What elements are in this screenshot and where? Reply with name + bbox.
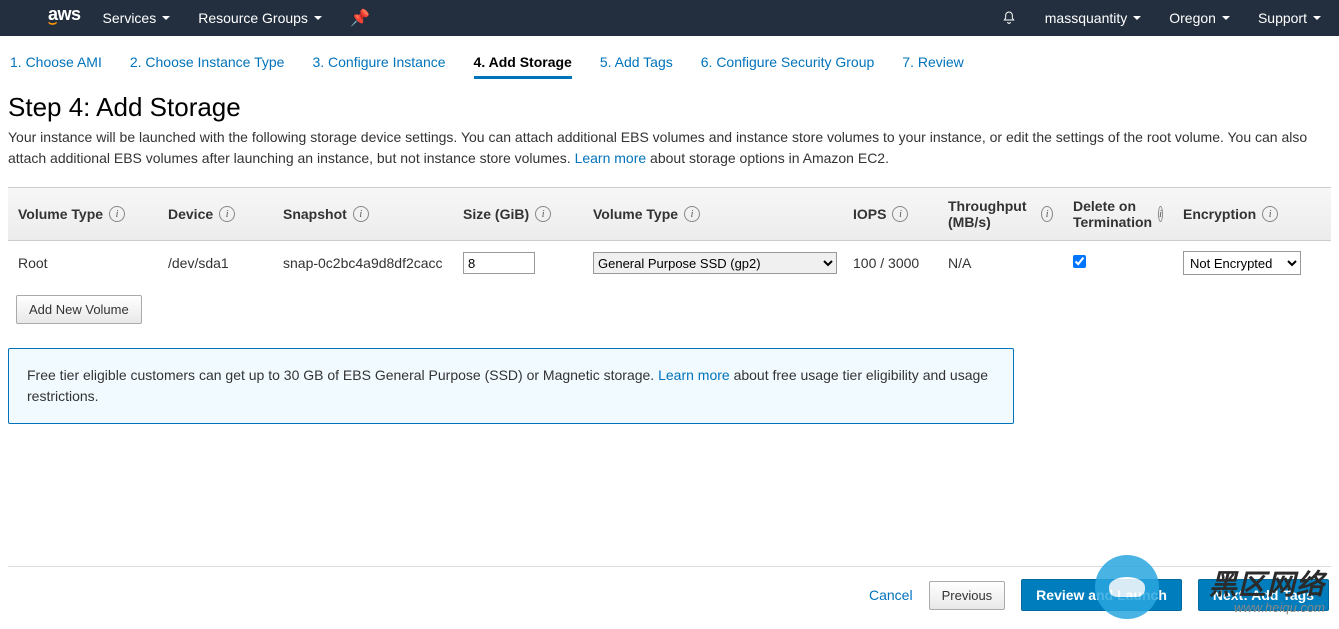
nav-region[interactable]: Oregon [1169, 10, 1230, 26]
info-icon[interactable]: i [892, 206, 908, 222]
chevron-down-icon [314, 16, 322, 20]
nav-resource-groups[interactable]: Resource Groups [198, 10, 322, 26]
info-icon[interactable]: i [684, 206, 700, 222]
chevron-down-icon [162, 16, 170, 20]
volume-type-select[interactable]: General Purpose SSD (gp2) [593, 252, 837, 274]
page-desc-suffix: about storage options in Amazon EC2. [650, 150, 889, 166]
th-delete-term: Delete on Terminationi [1063, 198, 1173, 230]
nav-resource-groups-label: Resource Groups [198, 10, 308, 26]
wizard-tab-tags[interactable]: 5. Add Tags [600, 48, 673, 79]
cell-encryption: Not Encrypted [1173, 251, 1303, 275]
encryption-select[interactable]: Not Encrypted [1183, 251, 1301, 275]
wizard-tab-list: 1. Choose AMI 2. Choose Instance Type 3.… [10, 48, 1329, 79]
storage-table: Volume Typei Devicei Snapshoti Size (GiB… [8, 187, 1331, 285]
chevron-down-icon [1222, 16, 1230, 20]
page-content: Step 4: Add Storage Your instance will b… [0, 80, 1339, 424]
wizard-tab-review[interactable]: 7. Review [902, 48, 963, 79]
bell-icon [1001, 10, 1017, 26]
th-volume-type: Volume Typei [8, 198, 158, 230]
aws-smile-icon: ⌣ [48, 18, 81, 26]
delete-on-termination-checkbox[interactable] [1073, 255, 1086, 268]
notifications-bell[interactable] [1001, 10, 1017, 26]
free-tier-notice: Free tier eligible customers can get up … [8, 348, 1014, 424]
th-snapshot: Snapshoti [273, 198, 453, 230]
chevron-down-icon [1133, 16, 1141, 20]
wizard-tab-security[interactable]: 6. Configure Security Group [701, 48, 875, 79]
info-icon[interactable]: i [353, 206, 369, 222]
nav-account-label: massquantity [1045, 10, 1127, 26]
wizard-tab-ami[interactable]: 1. Choose AMI [10, 48, 102, 79]
watermark-logo-icon [1095, 555, 1159, 619]
cell-snapshot: snap-0c2bc4a9d8df2cacc [273, 255, 453, 271]
info-icon[interactable]: i [1262, 206, 1278, 222]
cell-device: /dev/sda1 [158, 255, 273, 271]
wizard-tab-storage[interactable]: 4. Add Storage [474, 48, 572, 79]
wizard-tab-configure[interactable]: 3. Configure Instance [312, 48, 445, 79]
cell-volume-type2: General Purpose SSD (gp2) [583, 252, 843, 274]
th-size: Size (GiB)i [453, 198, 583, 230]
nav-support-label: Support [1258, 10, 1307, 26]
cell-size [453, 252, 583, 274]
info-icon[interactable]: i [219, 206, 235, 222]
info-icon[interactable]: i [1041, 206, 1053, 222]
page-description: Your instance will be launched with the … [8, 127, 1331, 169]
aws-logo[interactable]: aws ⌣ [48, 9, 81, 26]
cell-iops: 100 / 3000 [843, 255, 938, 271]
top-nav: aws ⌣ Services Resource Groups 📌 massqua… [0, 0, 1339, 36]
pin-icon[interactable]: 📌 [350, 8, 370, 28]
nav-services[interactable]: Services [103, 10, 171, 26]
table-row: Root /dev/sda1 snap-0c2bc4a9d8df2cacc Ge… [8, 241, 1331, 285]
nav-services-label: Services [103, 10, 157, 26]
th-iops: IOPSi [843, 198, 938, 230]
cell-delete-term [1063, 255, 1173, 271]
add-new-volume-button[interactable]: Add New Volume [16, 295, 142, 324]
th-device: Devicei [158, 198, 273, 230]
info-icon[interactable]: i [109, 206, 125, 222]
wizard-steps: 1. Choose AMI 2. Choose Instance Type 3.… [0, 36, 1339, 80]
nav-region-label: Oregon [1169, 10, 1216, 26]
wizard-tab-instance-type[interactable]: 2. Choose Instance Type [130, 48, 285, 79]
cell-throughput: N/A [938, 255, 1063, 271]
cancel-button[interactable]: Cancel [869, 587, 913, 603]
watermark-text: 黑区网络 www.heiqu.com [1209, 570, 1325, 615]
learn-more-link[interactable]: Learn more [575, 150, 647, 166]
info-icon[interactable]: i [535, 206, 551, 222]
previous-button[interactable]: Previous [929, 581, 1006, 610]
watermark-line2: www.heiqu.com [1209, 601, 1325, 615]
info-icon[interactable]: i [1158, 206, 1163, 222]
nav-account[interactable]: massquantity [1045, 10, 1141, 26]
size-input[interactable] [463, 252, 535, 274]
th-volume-type2: Volume Typei [583, 198, 843, 230]
table-header-row: Volume Typei Devicei Snapshoti Size (GiB… [8, 188, 1331, 241]
watermark-line1: 黑区网络 [1209, 570, 1325, 601]
chevron-down-icon [1313, 16, 1321, 20]
notice-text: Free tier eligible customers can get up … [27, 367, 658, 383]
th-throughput: Throughput (MB/s)i [938, 198, 1063, 230]
notice-learn-more-link[interactable]: Learn more [658, 367, 730, 383]
nav-support[interactable]: Support [1258, 10, 1321, 26]
page-title: Step 4: Add Storage [8, 92, 1331, 123]
th-encryption: Encryptioni [1173, 198, 1303, 230]
cell-volume-type: Root [8, 255, 158, 271]
